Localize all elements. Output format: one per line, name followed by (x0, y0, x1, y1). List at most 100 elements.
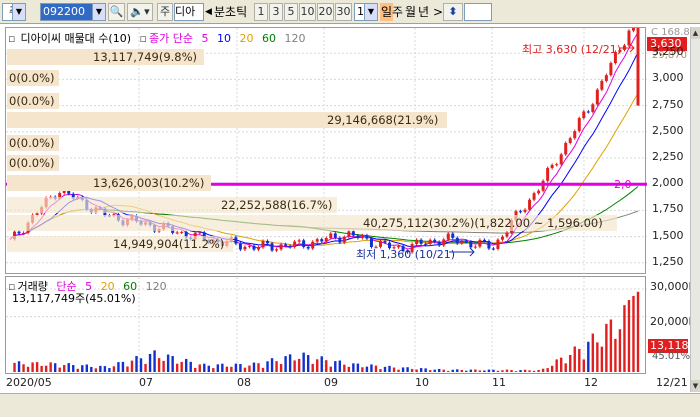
candle-body (175, 232, 179, 234)
low-price-label: 최저 1,360 (10/21) (356, 248, 456, 261)
candle-body (586, 111, 590, 113)
candle-body (279, 244, 283, 250)
candle-body (437, 241, 441, 246)
high-price-label: 최고 3,630 (12/21) (522, 43, 622, 56)
volume-bar (442, 369, 445, 372)
volume-bar (451, 369, 454, 372)
volume-bar (424, 368, 427, 372)
legend-dot-icon: ▫ (8, 32, 16, 45)
candle-body (419, 239, 423, 244)
period-20-button[interactable]: 20 (317, 3, 334, 21)
volume-bar (180, 361, 183, 372)
volume-bar (388, 365, 391, 372)
volume-chart-panel[interactable]: ▫ 거래량 단순 5 20 60 120 13,117,749주(45.01%) (5, 276, 647, 375)
volume-bar (383, 366, 387, 372)
volume-bar (297, 358, 301, 372)
volume-bar (108, 368, 111, 372)
candle-body (198, 232, 202, 234)
volume-bar (456, 369, 459, 372)
volume-bar (257, 363, 260, 372)
volume-bar (465, 370, 468, 372)
volume-bar (194, 367, 197, 372)
volume-bar (316, 359, 319, 372)
date-label: 09 (324, 376, 338, 389)
candle-body (433, 239, 437, 242)
price-ma-5: 5 (201, 32, 209, 45)
candle-body (338, 237, 342, 243)
volume-profile-label: 14,949,904(11.2%) (7, 236, 233, 252)
candle-body (324, 238, 328, 242)
vertical-scrollbar[interactable]: ▲ ▼ (690, 27, 700, 392)
volume-bar (225, 366, 229, 372)
volume-bar (284, 356, 287, 372)
volume-bar (306, 355, 310, 372)
volume-bar (99, 365, 102, 372)
volume-bar (356, 363, 360, 372)
unit-label[interactable]: 분초틱 (214, 3, 247, 21)
updown-button[interactable]: ⬍ (443, 3, 463, 21)
volume-bar (103, 366, 107, 372)
scroll-down-icon[interactable]: ▼ (691, 380, 700, 392)
volume-bar (523, 369, 527, 372)
period-1-button[interactable]: 1 (254, 3, 268, 21)
candle-body (266, 240, 270, 244)
search-button[interactable]: 🔍 (108, 3, 125, 21)
tab-more[interactable]: > (433, 3, 443, 21)
volume-bar (135, 355, 138, 372)
sound-button[interactable]: 🔈▾ (127, 3, 153, 21)
candle-body (424, 243, 428, 245)
candle-body (505, 232, 509, 237)
volume-pct-tag: 45.01% (652, 351, 691, 362)
date-label: 11 (492, 376, 506, 389)
tab-week[interactable]: 주 (392, 3, 403, 21)
period-custom-select[interactable]: 1 ▼ (354, 3, 378, 21)
candle-body (243, 246, 247, 250)
count-input[interactable] (464, 3, 492, 21)
candle-body (356, 235, 360, 239)
candle-body (342, 236, 346, 243)
volume-bar (505, 369, 509, 372)
volume-bar (275, 361, 278, 372)
volume-bar (338, 360, 342, 372)
period-label: 3 (272, 5, 280, 18)
volume-bar (496, 370, 500, 372)
volume-bar (559, 357, 563, 372)
tab-month[interactable]: 월 (405, 3, 416, 21)
volume-bar (501, 370, 504, 372)
period-label: 5 (287, 5, 295, 18)
candle-body (238, 243, 242, 250)
period-3-button[interactable]: 3 (269, 3, 283, 21)
tab-year[interactable]: 년 (418, 3, 429, 21)
period-30-button[interactable]: 30 (335, 3, 352, 21)
volume-bar (72, 365, 75, 372)
volume-bar (537, 369, 540, 372)
volume-bar (44, 365, 48, 372)
volume-bar (401, 367, 405, 372)
volume-profile-label: 0(0.0%) (7, 93, 59, 109)
unit-left-arrow[interactable]: ◀ (205, 3, 212, 21)
candle-body (311, 241, 315, 249)
volume-bar (40, 365, 43, 372)
volume-bar (519, 370, 522, 372)
order-button[interactable]: 주 (157, 3, 173, 21)
volume-bar (144, 363, 147, 372)
volume-bar (302, 352, 305, 372)
candle-body (383, 240, 387, 243)
period-label: 30 (336, 5, 351, 18)
market-select[interactable]: 주 ▼ (2, 3, 26, 21)
volume-bar (374, 365, 378, 372)
period-custom-value: 1 (357, 5, 364, 18)
stock-code-input[interactable]: 092200 ▼ (40, 3, 106, 21)
volume-bar (76, 368, 79, 372)
volume-bar (546, 368, 549, 372)
volume-bar (632, 295, 635, 372)
volume-bar (636, 291, 640, 372)
price-chart-panel[interactable]: ▫ 디아이씨 매물대 수(10) ▫ 종가 단순 5 10 20 60 120 13… (5, 27, 647, 275)
candle-body (297, 240, 301, 242)
period-10-button[interactable]: 10 (299, 3, 316, 21)
period-5-button[interactable]: 5 (284, 3, 298, 21)
candle-body (523, 209, 527, 212)
price-y-tick: 2,500 (652, 123, 684, 137)
volume-bar (379, 369, 382, 372)
scroll-up-icon[interactable]: ▲ (691, 27, 700, 39)
